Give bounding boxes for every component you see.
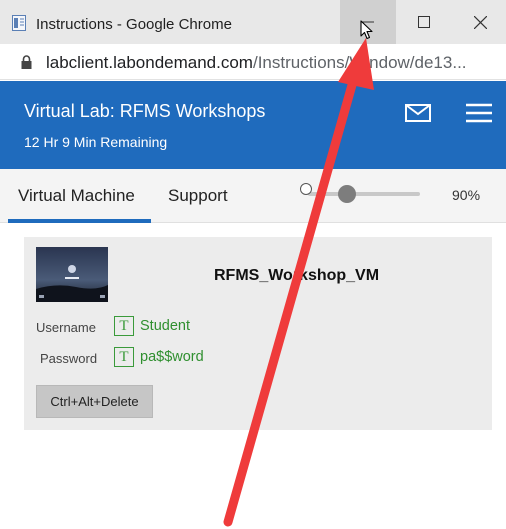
time-remaining: 12 Hr 9 Min Remaining	[24, 134, 168, 150]
url-path: /Instructions/Window/de13...	[252, 53, 467, 72]
address-bar[interactable]: labclient.labondemand.com/Instructions/W…	[0, 44, 506, 80]
username-label: Username	[36, 320, 96, 335]
tab-support[interactable]: Support	[168, 186, 228, 206]
page-icon	[12, 15, 26, 31]
maximize-icon	[418, 16, 430, 28]
password-label: Password	[40, 351, 98, 366]
mouse-pointer-icon	[360, 20, 373, 40]
url-domain: labclient.labondemand.com	[46, 53, 253, 72]
mail-icon[interactable]	[405, 104, 431, 122]
username-row: Username T Student	[36, 316, 336, 338]
title-bar[interactable]: Instructions - Google Chrome	[0, 0, 506, 44]
vm-card: RFMS_Workshop_VM Username T Student Pass…	[24, 237, 492, 430]
zoom-track[interactable]	[308, 192, 420, 196]
vm-screen-preview	[36, 247, 108, 302]
type-text-icon[interactable]: T	[114, 347, 134, 367]
zoom-percent: 90%	[452, 187, 481, 203]
ctrl-alt-delete-button[interactable]: Ctrl+Alt+Delete	[36, 385, 153, 418]
maximize-button[interactable]	[396, 0, 452, 44]
lock-icon	[21, 55, 32, 69]
zoom-slider[interactable]	[300, 182, 440, 206]
pointer-ring	[300, 183, 312, 195]
window-title: Instructions - Google Chrome	[36, 16, 232, 33]
password-value[interactable]: pa$$word	[140, 349, 204, 365]
username-value[interactable]: Student	[140, 318, 190, 334]
tab-virtual-machine[interactable]: Virtual Machine	[18, 186, 135, 206]
vm-name: RFMS_Workshop_VM	[214, 267, 380, 284]
password-row: Password T pa$$word	[36, 347, 336, 369]
url-text[interactable]: labclient.labondemand.com/Instructions/W…	[46, 53, 467, 73]
lab-title: Virtual Lab: RFMS Workshops	[24, 101, 266, 121]
type-text-icon[interactable]: T	[114, 316, 134, 336]
active-tab-indicator	[8, 219, 151, 223]
zoom-thumb[interactable]	[338, 185, 356, 203]
hamburger-menu-icon[interactable]	[466, 103, 492, 123]
lab-header: Virtual Lab: RFMS Workshops 12 Hr 9 Min …	[0, 81, 506, 169]
close-icon	[473, 15, 487, 29]
close-button[interactable]	[452, 0, 506, 44]
browser-window: Instructions - Google Chrome labclient.l…	[0, 0, 506, 529]
vm-thumbnail[interactable]	[36, 247, 108, 302]
